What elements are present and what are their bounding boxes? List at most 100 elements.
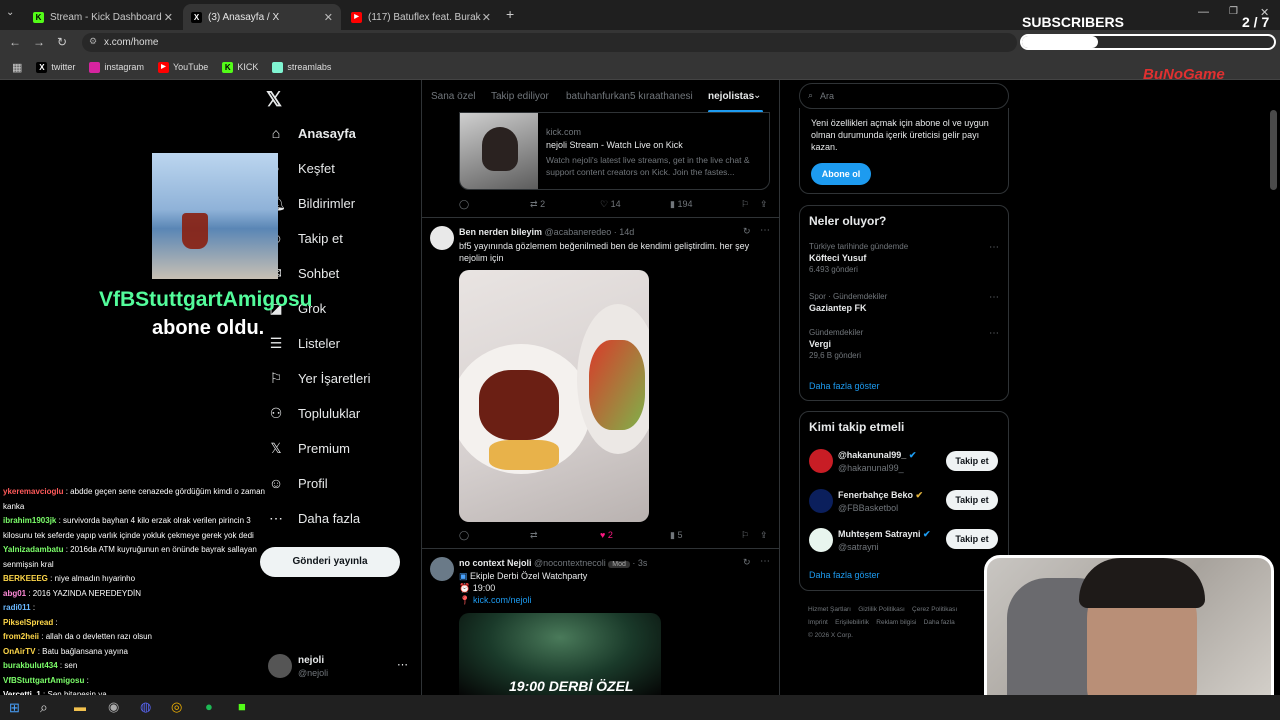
more-icon[interactable]: ⋯ — [989, 292, 999, 303]
grok-icon[interactable]: ↻ — [743, 226, 751, 237]
nav-chat[interactable]: ✉Sohbet — [268, 265, 339, 281]
tab-search-icon[interactable]: ⌄ — [6, 7, 14, 18]
repost-icon[interactable]: ⇄ — [530, 530, 538, 541]
post-link[interactable]: kick.com/nejoli — [473, 595, 532, 605]
reload-icon[interactable]: ↻ — [57, 35, 67, 49]
chat-username[interactable]: VfBStuttgartAmigosu — [3, 676, 84, 685]
chat-username[interactable]: PikselSpread — [3, 618, 53, 627]
search-input[interactable]: ⌕ Ara — [799, 83, 1009, 109]
nav-explore[interactable]: ⌕Keşfet — [268, 160, 335, 176]
discord-icon[interactable]: ◍ — [140, 699, 151, 715]
nav-home[interactable]: ⌂ Anasayfa — [268, 125, 356, 141]
tab-x-home[interactable]: X (3) Anasayfa / X ✕ — [183, 4, 341, 30]
trend-item[interactable]: Türkiye tarihinde gündemde Köfteci Yusuf… — [809, 242, 999, 274]
bookmark-twitter[interactable]: Xtwitter — [36, 61, 75, 73]
nav-more[interactable]: ⋯ Daha fazla — [268, 510, 360, 526]
obs-icon[interactable]: ◉ — [108, 699, 119, 715]
kick-app-icon[interactable]: ■ — [238, 699, 246, 714]
repost-button[interactable]: ⇄ 2 — [530, 199, 545, 210]
follow-button[interactable]: Takip et — [946, 529, 998, 549]
tab-youtube[interactable]: ▶ (117) Batuflex feat. Burak Balka ✕ — [343, 4, 499, 30]
close-icon[interactable]: ✕ — [164, 11, 173, 24]
bookmark-icon[interactable]: ⚐ — [741, 530, 749, 541]
like-button[interactable]: ♥ 2 — [600, 530, 613, 540]
avatar[interactable] — [809, 528, 833, 552]
nav-profile[interactable]: ☺ Profil — [268, 475, 328, 491]
tab-nejolistas[interactable]: nejolistas — [708, 91, 754, 102]
chat-username[interactable]: Yalnizadambatu — [3, 545, 63, 554]
close-icon[interactable]: ✕ — [324, 11, 333, 24]
chat-username[interactable]: ykeremavcioglu — [3, 487, 63, 496]
footer-link[interactable]: Hizmet Şartları — [808, 606, 851, 613]
chat-username[interactable]: ibrahim1903jk — [3, 516, 56, 525]
tab-following[interactable]: Takip ediliyor — [491, 91, 549, 102]
tab-kick-dashboard[interactable]: K Stream - Kick Dashboard ✕ — [25, 4, 181, 30]
more-icon[interactable]: ⋯ — [760, 556, 770, 567]
spotify-icon[interactable]: ● — [205, 699, 213, 714]
more-icon[interactable]: ⋯ — [397, 658, 408, 671]
maximize-icon[interactable]: ❐ — [1229, 6, 1238, 17]
file-explorer-icon[interactable]: ▬ — [74, 700, 86, 714]
post-image-derby[interactable]: 19:00 DERBİ ÖZEL — [459, 613, 661, 695]
post-author-name[interactable]: Ben nerden bileyim — [459, 227, 542, 237]
trends-show-more[interactable]: Daha fazla göster — [809, 381, 880, 391]
avatar[interactable] — [809, 489, 833, 513]
tab-for-you[interactable]: Sana özel — [431, 91, 475, 102]
post-time[interactable]: · 14d — [614, 227, 635, 237]
views-button[interactable]: ▮ 5 — [670, 530, 682, 541]
nav-notifications[interactable]: 🔔︎Bildirimler — [268, 195, 355, 211]
footer-link[interactable]: Gizlilik Politikası — [858, 606, 905, 613]
follow-button[interactable]: Takip et — [946, 451, 998, 471]
post-author-name[interactable]: no context Nejoli — [459, 558, 532, 568]
bookmark-streamlabs[interactable]: streamlabs — [272, 61, 331, 73]
suggest-name[interactable]: @hakanunal99_ ✔ — [838, 450, 916, 461]
chat-username[interactable]: from2heii — [3, 632, 39, 641]
footer-link[interactable]: Reklam bilgisi — [876, 619, 916, 626]
avatar[interactable] — [430, 557, 454, 581]
follow-button[interactable]: Takip et — [946, 490, 998, 510]
trend-item[interactable]: Gündemdekiler Vergi 29,6 B gönderi ⋯ — [809, 328, 999, 360]
more-icon[interactable]: ⋯ — [989, 242, 999, 253]
post-image-food[interactable] — [459, 270, 649, 522]
nav-bookmarks[interactable]: ⚐ Yer İşaretleri — [268, 370, 371, 386]
url-input[interactable]: ⚙ x.com/home — [82, 33, 1017, 52]
avatar[interactable] — [430, 226, 454, 250]
post-author-handle[interactable]: @nocontextnecoli — [534, 558, 606, 568]
suggest-name[interactable]: Muhteşem Satrayni ✔ — [838, 529, 931, 540]
nav-premium[interactable]: 𝕏 Premium — [268, 440, 350, 456]
chat-username[interactable]: BERKEEEG — [3, 574, 48, 583]
bookmark-kick[interactable]: K KICK — [222, 61, 258, 73]
link-card[interactable]: kick.com nejoli Stream - Watch Live on K… — [459, 112, 770, 190]
nav-communities[interactable]: ⚇ Topluluklar — [268, 405, 360, 421]
who-to-follow-show-more[interactable]: Daha fazla göster — [809, 570, 880, 580]
views-button[interactable]: ▮ 194 — [670, 199, 693, 210]
post-button[interactable]: Gönderi yayınla — [260, 547, 400, 577]
chat-username[interactable]: abg01 — [3, 589, 26, 598]
post-author-handle[interactable]: @acabaneredeo — [545, 227, 612, 237]
footer-link[interactable]: Çerez Politikası — [912, 606, 957, 613]
footer-link[interactable]: Daha fazla — [924, 619, 955, 626]
footer-link[interactable]: Erişilebilirlik — [835, 619, 869, 626]
share-icon[interactable]: ⇪ — [760, 199, 768, 210]
x-logo-icon[interactable]: 𝕏 — [266, 87, 282, 112]
windows-start-icon[interactable]: ⊞ — [9, 700, 20, 716]
apps-icon[interactable]: ▦ — [12, 61, 22, 74]
minimize-icon[interactable]: — — [1198, 6, 1209, 18]
chevron-down-icon[interactable]: ⌄ — [753, 90, 761, 101]
share-icon[interactable]: ⇪ — [760, 530, 768, 541]
nav-lists[interactable]: ☰ Listeler — [268, 335, 340, 351]
search-icon[interactable]: ⌕ — [40, 699, 48, 716]
chat-username[interactable]: OnAirTV — [3, 647, 35, 656]
chrome-icon[interactable]: ◎ — [171, 699, 182, 715]
chat-username[interactable]: radi011 — [3, 603, 31, 612]
new-tab-icon[interactable]: + — [506, 6, 514, 22]
avatar[interactable] — [809, 449, 833, 473]
more-icon[interactable]: ⋯ — [760, 225, 770, 236]
site-info-icon[interactable]: ⚙ — [89, 36, 97, 47]
tab-list-kiraathanesi[interactable]: batuhanfurkan5 kıraathanesi — [566, 91, 693, 102]
bookmark-icon[interactable]: ⚐ — [741, 199, 749, 210]
chat-username[interactable]: burakbulut434 — [3, 661, 58, 670]
grok-icon[interactable]: ↻ — [743, 557, 751, 568]
trend-item[interactable]: Spor · Gündemdekiler Gaziantep FK ⋯ — [809, 292, 999, 313]
reply-icon[interactable]: ◯ — [459, 199, 469, 210]
